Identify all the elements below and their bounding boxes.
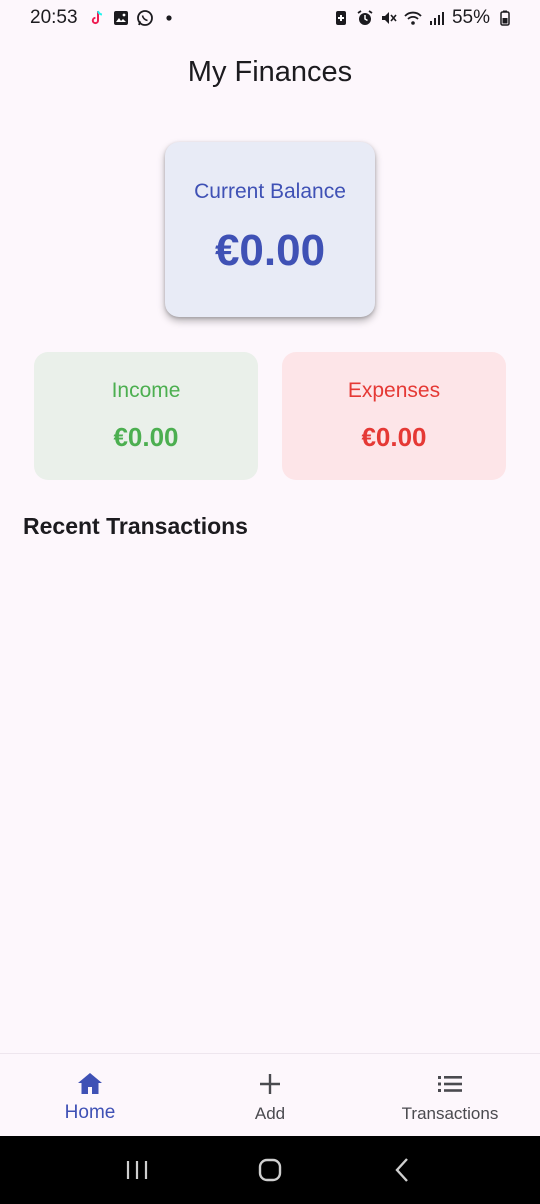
- battery-icon: [496, 9, 514, 27]
- expenses-label: Expenses: [347, 379, 441, 402]
- gallery-icon: [112, 9, 130, 27]
- expenses-amount: €0.00: [361, 422, 427, 452]
- dot-icon: [160, 9, 178, 27]
- income-card: Income €0.00: [34, 352, 258, 480]
- nav-label-home: Home: [64, 1102, 116, 1123]
- balance-amount: €0.00: [214, 226, 326, 275]
- bottom-navigation: Home Add Transactions: [0, 1053, 540, 1136]
- recent-apps-icon[interactable]: [107, 1150, 167, 1190]
- mute-icon: [380, 9, 398, 27]
- whatsapp-icon: [136, 9, 154, 27]
- alarm-icon: [356, 9, 374, 27]
- home-system-icon[interactable]: [240, 1150, 300, 1190]
- balance-card: Current Balance €0.00: [165, 142, 375, 317]
- nav-item-add[interactable]: Add: [180, 1054, 360, 1136]
- income-amount: €0.00: [113, 422, 179, 452]
- page-title: My Finances: [187, 56, 353, 88]
- plus-icon: [256, 1070, 284, 1098]
- battery-saver-icon: [332, 9, 350, 27]
- status-right: 55%: [332, 7, 514, 29]
- status-time: 20:53: [30, 7, 78, 28]
- back-icon[interactable]: [373, 1150, 433, 1190]
- nav-label-add: Add: [254, 1104, 286, 1123]
- balance-label: Current Balance: [194, 180, 346, 203]
- nav-item-transactions[interactable]: Transactions: [360, 1054, 540, 1136]
- home-icon: [76, 1070, 104, 1098]
- battery-percentage: 55%: [451, 7, 490, 28]
- expenses-card: Expenses €0.00: [282, 352, 506, 480]
- wifi-icon: [404, 9, 422, 27]
- income-label: Income: [111, 379, 181, 402]
- recent-transactions-title: Recent Transactions: [23, 513, 248, 539]
- tiktok-icon: [88, 9, 106, 27]
- status-bar: 20:53 55%: [0, 0, 540, 36]
- status-left: 20:53: [30, 7, 178, 29]
- system-navigation-bar: [0, 1136, 540, 1204]
- nav-item-home[interactable]: Home: [0, 1054, 180, 1136]
- list-icon: [436, 1070, 464, 1098]
- signal-icon: [428, 9, 446, 27]
- nav-label-transactions: Transactions: [401, 1104, 499, 1123]
